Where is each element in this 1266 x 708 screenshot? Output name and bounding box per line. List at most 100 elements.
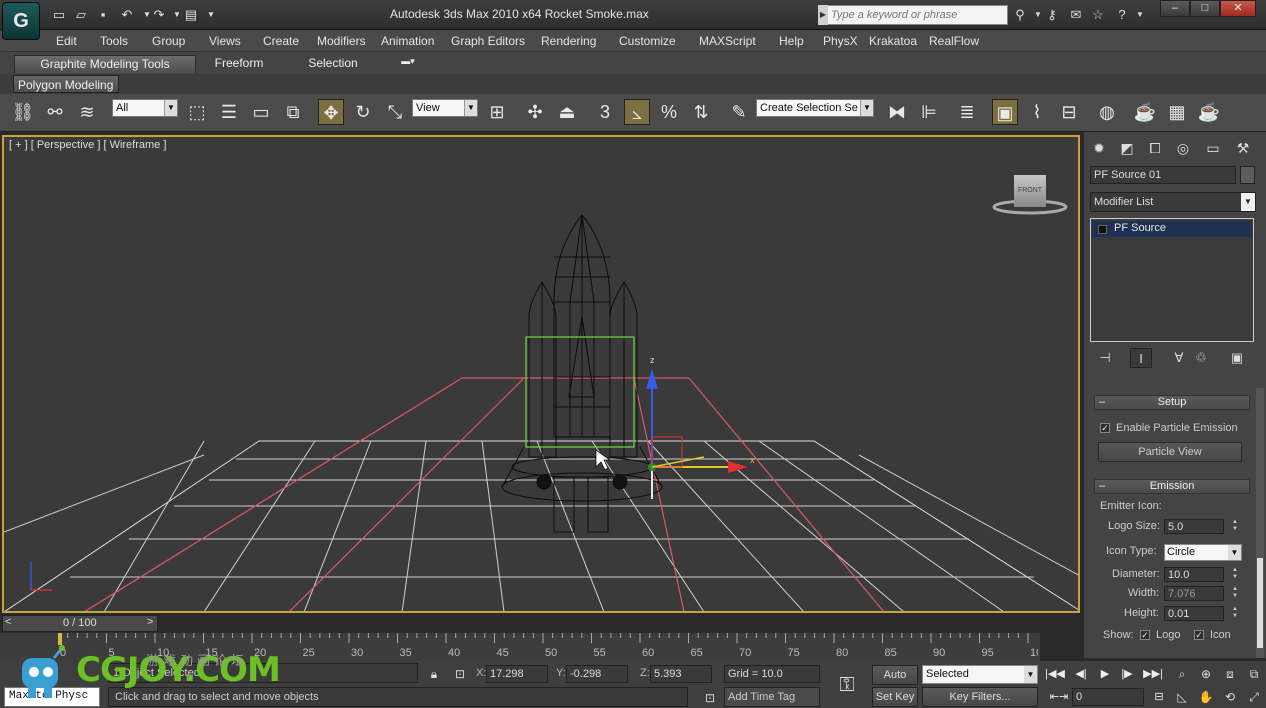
viewport-label[interactable]: [ + ] [ Perspective ] [ Wireframe ] bbox=[9, 139, 166, 151]
close-button[interactable]: ✕ bbox=[1220, 0, 1256, 17]
favorites-star-icon[interactable]: ☆ bbox=[1088, 6, 1108, 24]
select-and-rotate-icon[interactable]: ↻ bbox=[350, 99, 376, 125]
configure-modifier-sets-icon[interactable]: ▣ bbox=[1226, 348, 1248, 368]
command-panel-scrollbar[interactable] bbox=[1256, 388, 1264, 658]
maximize-button[interactable]: □ bbox=[1190, 0, 1220, 17]
absolute-mode-icon[interactable]: ⊡ bbox=[450, 665, 470, 684]
viewcube-front-face[interactable]: FRONT bbox=[1014, 175, 1046, 207]
tab-graphite-modeling-tools[interactable]: Graphite Modeling Tools bbox=[14, 55, 196, 73]
edit-named-selection-icon[interactable]: ✎ bbox=[726, 99, 752, 125]
save-icon[interactable]: ▪ bbox=[94, 7, 112, 23]
width-field[interactable]: 7.076 bbox=[1164, 586, 1224, 601]
key-filters-button[interactable]: Key Filters... bbox=[922, 687, 1038, 707]
auto-key-button[interactable]: Auto Key bbox=[872, 665, 918, 699]
quick-access-dropdown-icon[interactable]: ▼ bbox=[202, 7, 220, 23]
key-mode-dropdown[interactable]: Selected ▼ bbox=[922, 665, 1038, 684]
app-menu-button[interactable]: G bbox=[2, 2, 40, 40]
angle-snap-icon[interactable]: ⦣ bbox=[624, 99, 650, 125]
menu-group[interactable]: Group bbox=[152, 34, 185, 48]
menu-rendering[interactable]: Rendering bbox=[541, 34, 596, 48]
layer-manager-icon[interactable]: ≣ bbox=[954, 99, 980, 125]
object-color-swatch[interactable] bbox=[1240, 166, 1255, 184]
reference-coordinate-dropdown[interactable]: View ▼ bbox=[412, 99, 478, 117]
menu-realflow[interactable]: RealFlow bbox=[929, 34, 979, 48]
new-file-icon[interactable]: ▭ bbox=[50, 7, 68, 23]
undo-icon[interactable]: ↶ bbox=[118, 7, 136, 23]
add-time-tag-button[interactable]: Add Time Tag bbox=[724, 687, 820, 707]
show-end-result-icon[interactable]: I bbox=[1130, 348, 1152, 368]
motion-tab-icon[interactable]: ◎ bbox=[1170, 136, 1196, 160]
menu-tools[interactable]: Tools bbox=[100, 34, 128, 48]
time-slider-next-icon[interactable]: > bbox=[147, 616, 153, 628]
communication-center-icon[interactable]: ✉ bbox=[1066, 6, 1086, 24]
setup-rollout-header[interactable]: – Setup bbox=[1094, 395, 1250, 410]
hierarchy-tab-icon[interactable]: ⧠ bbox=[1142, 136, 1168, 160]
icon-type-dropdown[interactable]: Circle ▼ bbox=[1164, 544, 1242, 561]
tab-freeform[interactable]: Freeform bbox=[200, 55, 278, 73]
menu-physx[interactable]: PhysX bbox=[823, 34, 858, 48]
maximize-viewport-icon[interactable]: ⤢ bbox=[1244, 688, 1264, 707]
selection-lock-icon[interactable]: 🔒︎ bbox=[424, 665, 444, 684]
unlink-icon[interactable]: ⚯ bbox=[42, 99, 68, 125]
zoom-extents-icon[interactable]: ⧈ bbox=[1220, 665, 1240, 684]
current-frame-marker[interactable] bbox=[58, 633, 62, 645]
search-input[interactable]: Type a keyword or phrase bbox=[818, 5, 1008, 25]
time-tag-icon[interactable]: ⊡ bbox=[700, 689, 720, 708]
go-to-end-icon[interactable]: ▶▶| bbox=[1142, 665, 1164, 684]
select-and-link-icon[interactable]: ⛓ bbox=[10, 99, 36, 125]
render-setup-icon[interactable]: ☕ bbox=[1132, 99, 1158, 125]
diameter-spinner-icon[interactable]: ▲ ▼ bbox=[1230, 567, 1240, 582]
bind-space-warp-icon[interactable]: ≋ bbox=[74, 99, 100, 125]
project-folder-icon[interactable]: ▤ bbox=[182, 7, 200, 23]
pin-stack-icon[interactable]: ⊣ bbox=[1094, 348, 1116, 368]
help-icon[interactable]: ? bbox=[1112, 6, 1132, 24]
render-production-icon[interactable]: ☕ bbox=[1196, 99, 1222, 125]
tab-selection[interactable]: Selection bbox=[290, 55, 376, 73]
set-keys-key-icon[interactable]: ⚿ bbox=[830, 669, 864, 701]
zoom-all-icon[interactable]: ⊕ bbox=[1196, 665, 1216, 684]
select-object-icon[interactable]: ⬚ bbox=[184, 99, 210, 125]
viewcube[interactable]: FRONT bbox=[992, 175, 1072, 217]
percent-snap-icon[interactable]: % bbox=[656, 99, 682, 125]
named-selection-dropdown[interactable]: Create Selection Se ▼ bbox=[756, 99, 874, 117]
menu-krakatoa[interactable]: Krakatoa bbox=[869, 34, 917, 48]
menu-modifiers[interactable]: Modifiers bbox=[317, 34, 366, 48]
play-icon[interactable]: ▶ bbox=[1094, 665, 1116, 684]
minimize-button[interactable]: – bbox=[1160, 0, 1190, 17]
menu-graph-editors[interactable]: Graph Editors bbox=[451, 34, 525, 48]
time-slider[interactable]: < 0 / 100 > bbox=[2, 615, 158, 632]
align-icon[interactable]: ⊫ bbox=[916, 99, 942, 125]
select-manipulate-icon[interactable]: ✣ bbox=[522, 99, 548, 125]
z-coordinate-field[interactable]: 5.393 bbox=[650, 665, 712, 683]
snaps-toggle-icon[interactable]: 3 bbox=[592, 99, 618, 125]
object-name-field[interactable]: PF Source 01 bbox=[1090, 166, 1236, 184]
scrollbar-thumb[interactable] bbox=[1257, 558, 1263, 648]
height-spinner-icon[interactable]: ▲ ▼ bbox=[1230, 606, 1240, 621]
tab-polygon-modeling[interactable]: Polygon Modeling bbox=[13, 75, 119, 93]
ribbon-options-icon[interactable]: ▬▾ bbox=[398, 55, 418, 73]
make-unique-icon[interactable]: ∀ bbox=[1168, 348, 1190, 368]
select-and-move-icon[interactable]: ✥ bbox=[318, 99, 344, 125]
display-tab-icon[interactable]: ▭ bbox=[1200, 136, 1226, 160]
diameter-field[interactable]: 10.0 bbox=[1164, 567, 1224, 582]
show-icon-checkbox[interactable]: ✓ bbox=[1194, 630, 1204, 640]
maxscript-listener-input[interactable]: Max to Physc bbox=[4, 687, 100, 707]
menu-animation[interactable]: Animation bbox=[381, 34, 434, 48]
create-tab-icon[interactable]: ✹ bbox=[1086, 136, 1112, 160]
menu-edit[interactable]: Edit bbox=[56, 34, 77, 48]
enable-emission-checkbox[interactable]: ✓ bbox=[1100, 423, 1110, 433]
keyboard-shortcut-override-icon[interactable]: ⏏ bbox=[554, 99, 580, 125]
zoom-extents-all-icon[interactable]: ⧉ bbox=[1244, 665, 1264, 684]
perspective-viewport[interactable]: z x [ + ] [ Perspective ] [ Wireframe ] … bbox=[2, 135, 1080, 613]
menu-maxscript[interactable]: MAXScript bbox=[699, 34, 756, 48]
time-configuration-icon[interactable]: ⊟ bbox=[1148, 688, 1170, 707]
mirror-icon[interactable]: ⧓ bbox=[884, 99, 910, 125]
menu-customize[interactable]: Customize bbox=[619, 34, 676, 48]
rectangular-selection-icon[interactable]: ▭ bbox=[248, 99, 274, 125]
rendered-frame-icon[interactable]: ▦ bbox=[1164, 99, 1190, 125]
utilities-tab-icon[interactable]: ⚒ bbox=[1230, 136, 1256, 160]
selection-filter-dropdown[interactable]: All ▼ bbox=[112, 99, 178, 117]
stack-item-pf-source[interactable]: PF Source bbox=[1092, 221, 1252, 237]
field-of-view-icon[interactable]: ◺ bbox=[1172, 688, 1192, 707]
subscription-key-icon[interactable]: ⚷ bbox=[1042, 6, 1062, 24]
